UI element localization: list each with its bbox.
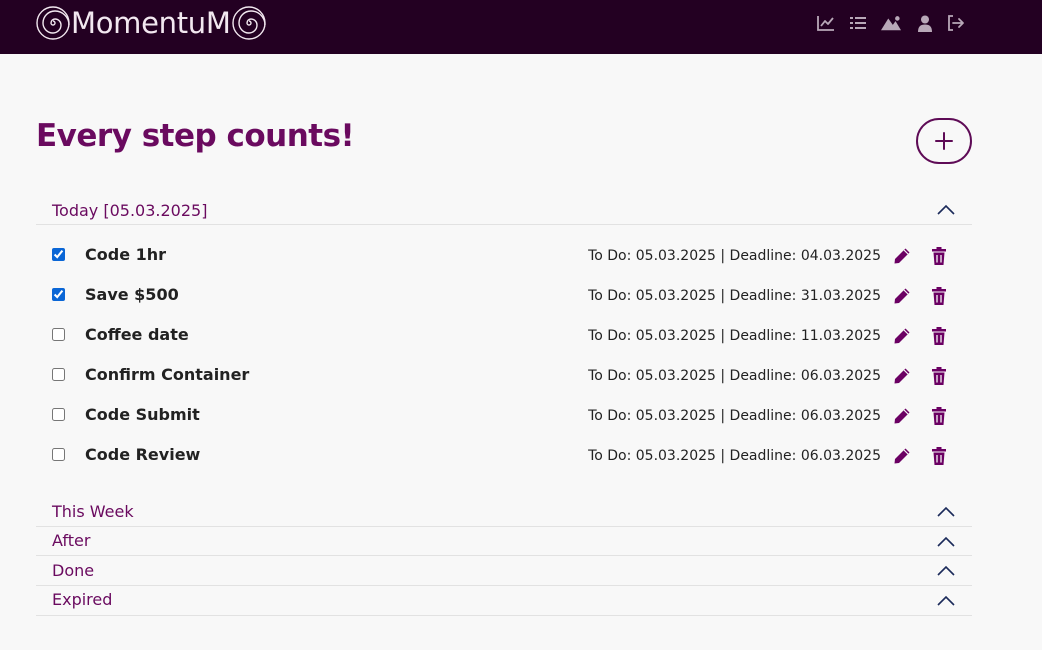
- delete-task-button[interactable]: [929, 286, 949, 306]
- section-label: After: [52, 531, 91, 550]
- plus-icon: [935, 132, 953, 150]
- task-dates: To Do: 05.03.2025 | Deadline: 06.03.2025: [588, 408, 881, 424]
- list-icon[interactable]: [848, 13, 868, 33]
- line-chart-icon[interactable]: [816, 13, 836, 33]
- chevron-up-icon[interactable]: [936, 506, 956, 518]
- top-navbar: MomentuM: [0, 0, 1042, 54]
- task-title: Code Review: [85, 445, 201, 464]
- chevron-up-icon[interactable]: [936, 536, 956, 548]
- section-label: Today [05.03.2025]: [52, 201, 208, 220]
- task-title: Code Submit: [85, 405, 200, 424]
- trash-icon: [932, 247, 946, 265]
- task-checkbox[interactable]: [52, 448, 65, 461]
- edit-task-button[interactable]: [892, 406, 912, 426]
- edit-task-button[interactable]: [892, 446, 912, 466]
- page-title: Every step counts!: [36, 118, 355, 154]
- task-checkbox[interactable]: [52, 408, 65, 421]
- pencil-icon: [894, 288, 910, 304]
- delete-task-button[interactable]: [929, 406, 949, 426]
- pencil-icon: [894, 408, 910, 424]
- section-header-today[interactable]: Today [05.03.2025]: [36, 196, 972, 225]
- logout-icon[interactable]: [946, 13, 966, 33]
- user-icon[interactable]: [915, 13, 935, 33]
- trash-icon: [932, 367, 946, 385]
- task-row: Code Review To Do: 05.03.2025 | Deadline…: [36, 436, 972, 476]
- task-checkbox[interactable]: [52, 368, 65, 381]
- task-title: Save $500: [85, 285, 179, 304]
- section-label: Done: [52, 561, 95, 580]
- task-dates: To Do: 05.03.2025 | Deadline: 11.03.2025: [588, 328, 881, 344]
- edit-task-button[interactable]: [892, 286, 912, 306]
- brand-logo[interactable]: MomentuM: [36, 6, 266, 40]
- task-dates: To Do: 05.03.2025 | Deadline: 04.03.2025: [588, 248, 881, 264]
- trash-icon: [932, 407, 946, 425]
- delete-task-button[interactable]: [929, 366, 949, 386]
- task-dates: To Do: 05.03.2025 | Deadline: 06.03.2025: [588, 368, 881, 384]
- task-title: Code 1hr: [85, 245, 167, 264]
- section-header-after[interactable]: After: [36, 527, 972, 556]
- trash-icon: [932, 287, 946, 305]
- edit-task-button[interactable]: [892, 326, 912, 346]
- task-checkbox[interactable]: [52, 248, 65, 261]
- spiral-logo-icon: [231, 6, 266, 40]
- task-dates: To Do: 05.03.2025 | Deadline: 31.03.2025: [588, 288, 881, 304]
- add-task-button[interactable]: [916, 118, 972, 164]
- section-label: Expired: [52, 590, 113, 609]
- pencil-icon: [894, 328, 910, 344]
- task-checkbox[interactable]: [52, 328, 65, 341]
- edit-task-button[interactable]: [892, 246, 912, 266]
- task-row: Code Submit To Do: 05.03.2025 | Deadline…: [36, 396, 972, 436]
- section-label: This Week: [52, 502, 134, 521]
- pencil-icon: [894, 448, 910, 464]
- section-header-done[interactable]: Done: [36, 556, 972, 586]
- pencil-icon: [894, 248, 910, 264]
- trash-icon: [932, 447, 946, 465]
- task-dates: To Do: 05.03.2025 | Deadline: 06.03.2025: [588, 448, 881, 464]
- delete-task-button[interactable]: [929, 446, 949, 466]
- task-row: Save $500 To Do: 05.03.2025 | Deadline: …: [36, 276, 972, 316]
- task-title: Confirm Container: [85, 365, 250, 384]
- task-row: Code 1hr To Do: 05.03.2025 | Deadline: 0…: [36, 236, 972, 276]
- mountain-icon[interactable]: [881, 13, 901, 33]
- task-checkbox[interactable]: [52, 288, 65, 301]
- trash-icon: [932, 327, 946, 345]
- brand-name: MomentuM: [71, 6, 231, 40]
- section-header-this-week[interactable]: This Week: [36, 497, 972, 527]
- pencil-icon: [894, 368, 910, 384]
- task-row: Coffee date To Do: 05.03.2025 | Deadline…: [36, 316, 972, 356]
- chevron-up-icon[interactable]: [936, 204, 956, 216]
- delete-task-button[interactable]: [929, 246, 949, 266]
- section-header-expired[interactable]: Expired: [36, 586, 972, 616]
- chevron-up-icon[interactable]: [936, 595, 956, 607]
- task-title: Coffee date: [85, 325, 189, 344]
- edit-task-button[interactable]: [892, 366, 912, 386]
- spiral-logo-icon: [36, 6, 70, 40]
- chevron-up-icon[interactable]: [936, 565, 956, 577]
- delete-task-button[interactable]: [929, 326, 949, 346]
- task-row: Confirm Container To Do: 05.03.2025 | De…: [36, 356, 972, 396]
